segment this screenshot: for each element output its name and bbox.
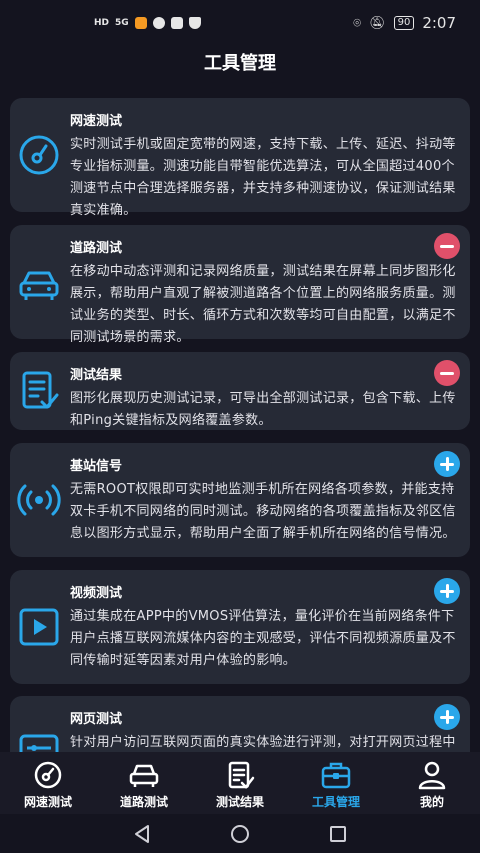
tool-description: 无需ROOT权限即可实时地监测手机所在网络各项参数，并能支持双卡手机不同网络的同… — [70, 482, 456, 541]
tab-label: 工具管理 — [311, 795, 360, 809]
tab-profile[interactable]: 我的 — [384, 752, 480, 814]
speedometer-icon — [34, 761, 62, 789]
tool-description: 在移动中动态评测和记录网络质量，测试结果在屏幕上同步图形化展示，帮助用户直观了解… — [70, 264, 456, 345]
report-icon — [16, 368, 62, 414]
web-sliders-icon — [16, 730, 62, 752]
speedometer-icon — [16, 132, 62, 178]
bottom-tab-bar: 网速测试 道路测试 测试结果 工具管理 我的 — [0, 752, 480, 814]
mute-icon: 🔕︎ — [369, 15, 386, 31]
tool-description: 实时测试手机或固定宽带的网速，支持下载、上传、延迟、抖动等专业指标测量。测速功能… — [70, 137, 456, 218]
hd-indicator: HD — [94, 18, 110, 28]
tool-card-test-results[interactable]: 测试结果 图形化展现历史测试记录，可导出全部测试记录，包含下载、上传和Ping关… — [10, 352, 470, 430]
tool-title: 网速测试 — [70, 114, 123, 129]
tab-speed-test[interactable]: 网速测试 — [0, 752, 96, 814]
home-icon[interactable] — [229, 823, 251, 845]
add-tool-button[interactable] — [434, 451, 460, 477]
tool-title: 基站信号 — [70, 459, 123, 474]
tool-card-road-test[interactable]: 道路测试 在移动中动态评测和记录网络质量，测试结果在屏幕上同步图形化展示，帮助用… — [10, 225, 470, 345]
tool-title: 道路测试 — [70, 241, 123, 256]
add-tool-button[interactable] — [434, 578, 460, 604]
tool-description: 通过集成在APP中的VMOS评估算法，量化评价在当前网络条件下用户点播互联网流媒… — [70, 609, 456, 668]
battery-indicator: 90 — [393, 16, 415, 30]
tab-label: 测试结果 — [215, 795, 264, 809]
tool-description: 图形化展现历史测试记录，可导出全部测试记录，包含下载、上传和Ping关键指标及网… — [70, 391, 456, 428]
system-nav-bar — [0, 814, 480, 853]
tab-label: 我的 — [419, 795, 444, 809]
remove-tool-button[interactable] — [434, 360, 460, 386]
message-icon — [152, 17, 165, 29]
tab-label: 网速测试 — [23, 795, 72, 809]
user-icon — [418, 761, 446, 790]
status-left: HD 5G — [94, 17, 201, 29]
tab-test-results[interactable]: 测试结果 — [192, 752, 288, 814]
car-icon — [129, 764, 159, 787]
report-icon — [228, 761, 255, 789]
status-right: ⌾ 🔕︎ 90 2:07 — [353, 14, 456, 32]
status-time: 2:07 — [422, 14, 456, 32]
tab-tool-management[interactable]: 工具管理 — [288, 752, 384, 814]
signal-indicator: 5G — [115, 18, 129, 28]
location-icon: ⌾ — [353, 15, 362, 31]
tool-card-cell-signal[interactable]: 基站信号 无需ROOT权限即可实时地监测手机所在网络各项参数，并能支持双卡手机不… — [10, 443, 470, 557]
tool-title: 网页测试 — [70, 712, 123, 727]
tool-list[interactable]: 网速测试 实时测试手机或固定宽带的网速，支持下载、上传、延迟、抖动等专业指标测量… — [0, 96, 480, 752]
toolbox-icon — [321, 762, 351, 789]
app-notification-icon — [134, 17, 147, 29]
video-play-icon — [16, 604, 62, 650]
recents-icon[interactable] — [327, 823, 349, 845]
minus-icon — [440, 244, 454, 248]
signal-icon — [16, 477, 62, 523]
tool-card-web-test[interactable]: 网页测试 针对用户访问互联网页面的真实体验进行评测，对打开网页过程中各项指标，如… — [10, 696, 470, 752]
car-icon — [16, 261, 62, 307]
minus-icon — [440, 371, 454, 375]
remove-tool-button[interactable] — [434, 233, 460, 259]
tool-description: 针对用户访问互联网页面的真实体验进行评测，对打开网页过程中各项指标，如域名解析时… — [70, 735, 456, 750]
tab-label: 道路测试 — [119, 795, 168, 809]
page-title: 工具管理 — [204, 53, 276, 74]
tool-title: 视频测试 — [70, 586, 123, 601]
add-tool-button[interactable] — [434, 704, 460, 730]
tab-road-test[interactable]: 道路测试 — [96, 752, 192, 814]
shield-icon — [188, 17, 201, 29]
back-icon[interactable] — [131, 823, 153, 845]
tool-title: 测试结果 — [70, 368, 123, 383]
status-bar: HD 5G ⌾ 🔕︎ 90 2:07 — [0, 0, 480, 46]
tool-card-video-test[interactable]: 视频测试 通过集成在APP中的VMOS评估算法，量化评价在当前网络条件下用户点播… — [10, 570, 470, 684]
chat-icon — [170, 17, 183, 29]
tool-card-speed-test[interactable]: 网速测试 实时测试手机或固定宽带的网速，支持下载、上传、延迟、抖动等专业指标测量… — [10, 98, 470, 218]
